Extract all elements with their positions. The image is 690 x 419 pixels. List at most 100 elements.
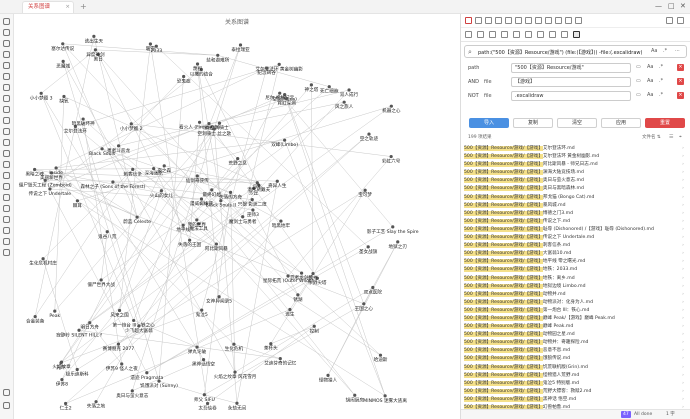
- match-case-toggle[interactable]: Aa: [647, 64, 653, 70]
- graph-node[interactable]: [353, 393, 357, 397]
- graph-node[interactable]: [145, 371, 149, 375]
- collapse-icon[interactable]: ☰: [669, 134, 673, 140]
- result-item[interactable]: 500【资源】Resource/游戏/【游戏】第一炮台 III：铁心.md ›: [464, 307, 687, 315]
- folder-icon[interactable]: ▭: [636, 78, 641, 84]
- graph-node[interactable]: [49, 171, 54, 175]
- graph-view[interactable]: 阿比斯风暴艾尔登法环魔法工具火焰纹章沙丘少飞超大富翁艾尔登法环 黄金树幽影空洞骑…: [14, 14, 460, 419]
- graph-node[interactable]: [61, 42, 65, 46]
- regex-toggle[interactable]: .*: [663, 48, 667, 54]
- graph-node[interactable]: [99, 278, 103, 282]
- graph-node[interactable]: [363, 188, 367, 192]
- result-item[interactable]: 500【资源】Resource/游戏/【游戏】地铁：离乡.md ›: [464, 275, 687, 283]
- graph-node[interactable]: [232, 342, 236, 346]
- graph-node[interactable]: [116, 144, 121, 148]
- graph-node[interactable]: [188, 238, 192, 242]
- graph-node[interactable]: [251, 208, 255, 212]
- apply-button[interactable]: 应用: [601, 118, 641, 128]
- tab-close-icon[interactable]: ×: [65, 2, 70, 13]
- sort-dropdown[interactable]: 文件名 ⇅: [642, 134, 661, 140]
- result-item[interactable]: 500【资源】Resource/游戏/【游戏】艾尔登法环 黄金树幽影.md ›: [464, 153, 687, 161]
- graph-node[interactable]: [135, 215, 139, 219]
- graph-node[interactable]: [265, 66, 269, 70]
- graph-node[interactable]: [275, 179, 279, 183]
- match-case-toggle[interactable]: Aa: [647, 92, 653, 98]
- result-item[interactable]: 500【资源】Resource/游戏/【游戏】饥荒联机版(Grin).md ›: [464, 364, 687, 372]
- graph-node[interactable]: [250, 198, 254, 202]
- result-item[interactable]: 500【资源】Resource/游戏/【游戏】刺客信条.md ›: [464, 242, 687, 250]
- graph-node[interactable]: [278, 357, 282, 361]
- graph-node[interactable]: [207, 121, 211, 126]
- result-item[interactable]: 500【资源】Resource/游戏/【游戏】动物井：奇趣探险.md ›: [464, 339, 687, 347]
- graph-node[interactable]: [162, 164, 166, 168]
- graph-node[interactable]: [195, 174, 199, 178]
- close-window-icon[interactable]: ✕: [680, 2, 686, 10]
- tab-graph[interactable]: 关系图谱 ×: [22, 1, 74, 13]
- graph-node[interactable]: [195, 345, 199, 349]
- filter-operator[interactable]: NOT: [468, 93, 479, 99]
- graph-node[interactable]: [311, 271, 315, 276]
- graph-node[interactable]: [148, 42, 152, 46]
- publish-icon[interactable]: [3, 172, 10, 179]
- reset-button[interactable]: 重置: [645, 118, 685, 128]
- graph-node[interactable]: [94, 400, 98, 404]
- graph-node[interactable]: [75, 367, 79, 372]
- graph-node[interactable]: [255, 181, 259, 185]
- result-item[interactable]: 500【资源】Resource/游戏/【游戏】地平线 零之曙光.md ›: [464, 258, 687, 266]
- pdf-icon[interactable]: [3, 205, 10, 212]
- graph-node[interactable]: [199, 197, 204, 201]
- graph-node[interactable]: [195, 62, 200, 66]
- result-item[interactable]: 500【资源】Resource/游戏/【游戏】动物派对：化身为人.md ›: [464, 299, 687, 307]
- graph-node[interactable]: [283, 138, 287, 142]
- minimize-icon[interactable]: —: [655, 2, 662, 10]
- graph-node[interactable]: [75, 199, 80, 203]
- graph-node[interactable]: [309, 83, 313, 87]
- graph-node[interactable]: [39, 91, 43, 95]
- tag-icon[interactable]: [495, 17, 502, 24]
- tab-outline-icon[interactable]: [489, 31, 496, 38]
- save-icon[interactable]: [475, 17, 482, 24]
- template-icon[interactable]: [3, 73, 10, 80]
- outline-icon[interactable]: [3, 117, 10, 124]
- graph-node[interactable]: [117, 308, 122, 313]
- result-item[interactable]: 500【资源】Resource/游戏/【游戏】黑神话 悟空.md ›: [464, 396, 687, 404]
- tab-calendar-icon[interactable]: [525, 31, 532, 38]
- filter-icon[interactable]: [515, 17, 522, 24]
- result-item[interactable]: 500【资源】Resource/游戏/【游戏】大富翁10.md ›: [464, 250, 687, 258]
- graph-node[interactable]: [366, 245, 370, 249]
- tab-backlinks-icon[interactable]: [513, 31, 520, 38]
- result-item[interactable]: 500【资源】Resource/游戏/【游戏】动物井.md ›: [464, 291, 687, 299]
- result-item[interactable]: 500【资源】Resource/游戏/【游戏】巅峰 Peak/【游戏】巅峰 Pe…: [464, 315, 687, 323]
- filter-value[interactable]: "500【资源】Resource/游戏": [511, 63, 631, 73]
- result-item[interactable]: 500【资源】Resource/游戏/【游戏】巅峰 Peak.md ›: [464, 323, 687, 331]
- tab-bookmarks-icon[interactable]: [477, 31, 484, 38]
- code-icon[interactable]: [3, 216, 10, 223]
- graph-node[interactable]: [235, 401, 239, 405]
- new-tab-button[interactable]: +: [80, 2, 87, 11]
- settings-icon[interactable]: [575, 17, 582, 24]
- graph-node[interactable]: [214, 242, 218, 246]
- graph-node[interactable]: [228, 190, 233, 194]
- graph-node[interactable]: [288, 307, 292, 312]
- export-icon[interactable]: [555, 17, 562, 24]
- graph-node[interactable]: [100, 147, 104, 151]
- result-item[interactable]: 500【资源】Resource/游戏/【游戏】暴风城.md ›: [464, 202, 687, 210]
- link-icon[interactable]: [3, 150, 10, 157]
- graph-node[interactable]: [129, 122, 133, 126]
- graph-node[interactable]: [217, 295, 221, 299]
- result-item[interactable]: 500【资源】Resource/游戏/【游戏】阿比斯风暴 - 师兄日志.md ›: [464, 161, 687, 169]
- copy-icon[interactable]: [505, 17, 512, 24]
- graph-node[interactable]: [197, 120, 202, 124]
- graph-node[interactable]: [342, 100, 346, 104]
- remove-filter-button[interactable]: ×: [677, 92, 684, 99]
- regex-toggle[interactable]: .*: [659, 64, 663, 70]
- graph-node[interactable]: [116, 342, 121, 346]
- graph-node[interactable]: [202, 393, 206, 397]
- graph-node[interactable]: [205, 401, 210, 406]
- graph-node[interactable]: [195, 218, 199, 222]
- graph-node[interactable]: [327, 85, 331, 89]
- sync-icon[interactable]: [3, 183, 10, 190]
- graph-node[interactable]: [219, 199, 223, 203]
- graph-node[interactable]: [105, 230, 109, 234]
- filter-operator[interactable]: path: [468, 65, 479, 71]
- graph-node[interactable]: [362, 302, 366, 306]
